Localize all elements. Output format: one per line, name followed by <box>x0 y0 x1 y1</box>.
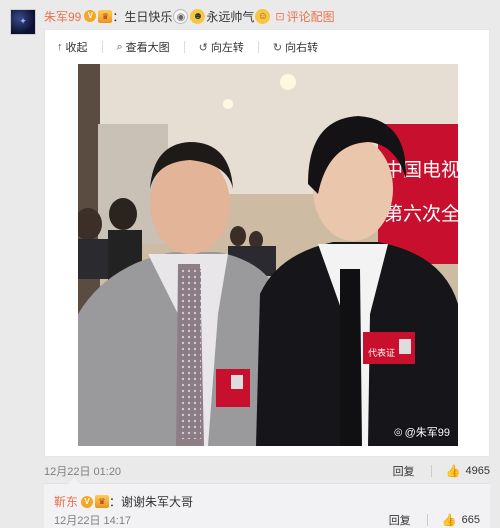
cake-icon: ◉ <box>173 8 189 24</box>
reply-separator: ： <box>109 495 122 509</box>
comment-like-button[interactable]: 👍 4965 <box>446 464 490 478</box>
comment-meta: 12月22日 01:20 回复 👍 4965 <box>44 462 490 480</box>
comment-image-icon: ⊡ <box>275 10 285 23</box>
banner-text-2: 第六次全 <box>384 203 458 225</box>
photo-badge-text: 代表证 <box>368 347 395 359</box>
reply-item: 靳东 V ♛ ： 谢谢朱军大哥 12月22日 14:17 回复 👍 665 <box>44 478 490 528</box>
medal-icon: ♛ <box>95 495 110 508</box>
reply-like-count: 665 <box>461 514 480 526</box>
comment-actions: 回复 👍 4965 <box>393 463 490 479</box>
reply-reply-button[interactable]: 回复 <box>389 512 411 528</box>
weibo-logo-icon: ◎ <box>393 426 403 438</box>
reply-meta: 12月22日 14:17 回复 👍 665 <box>54 512 480 528</box>
photo-watermark: ◎ @朱军99 <box>394 424 450 440</box>
zoom-icon: ⌕ <box>116 40 123 53</box>
media-toolbar: ↑ 收起 ⌕ 查看大图 ↺ 向左转 ↻ 向右转 <box>45 30 491 64</box>
reply-pointer <box>68 478 80 484</box>
user-avatar-icon: ✦ <box>19 17 27 27</box>
comment-image-link[interactable]: 评论配图 <box>287 8 335 25</box>
comment-headline: 朱军99 V ♛ ： 生日快乐 ◉ ☻ 永远帅气 ☺ ⊡ 评论配图 <box>44 8 335 24</box>
rotate-left-icon: ↺ <box>198 41 208 54</box>
reply-actions: 回复 👍 665 <box>389 512 480 528</box>
user-avatar[interactable]: ✦ <box>10 9 36 35</box>
toolbar-divider <box>101 41 103 53</box>
rotate-left-button[interactable]: ↺ 向左转 <box>199 39 244 55</box>
comment-username[interactable]: 朱军99 <box>44 8 81 25</box>
reply-text: 谢谢朱军大哥 <box>121 495 194 509</box>
verified-badge-icon: V <box>84 10 97 22</box>
medal-icon: ♛ <box>98 9 113 23</box>
view-large-label: 查看大图 <box>125 42 170 54</box>
media-box: ↑ 收起 ⌕ 查看大图 ↺ 向左转 ↻ 向右转 中国电视 第六次全 代表证 ◎ … <box>44 29 490 457</box>
actions-divider <box>426 514 428 526</box>
rotate-right-label: 向右转 <box>285 42 319 54</box>
verified-badge-icon: V <box>81 495 94 508</box>
photo-illustration: 中国电视 第六次全 代表证 <box>78 64 458 446</box>
thumbs-up-icon: 👍 <box>441 513 457 527</box>
laugh-icon: ☺ <box>255 8 271 24</box>
collapse-icon: ↑ <box>57 41 63 53</box>
comment-like-count: 4965 <box>465 465 490 477</box>
comment-photo[interactable]: 中国电视 第六次全 代表证 ◎ @朱军99 <box>78 64 458 446</box>
cool-emoji-icon: ☻ <box>190 8 206 24</box>
collapse-label: 收起 <box>65 42 88 54</box>
watermark-text: @朱军99 <box>404 427 450 439</box>
toolbar-divider <box>183 41 185 53</box>
reply-headline: 靳东 V ♛ ： 谢谢朱军大哥 <box>54 493 193 510</box>
comment-text-2: 永远帅气 <box>206 9 255 24</box>
reply-username[interactable]: 靳东 <box>54 493 78 510</box>
rotate-right-icon: ↻ <box>272 41 283 54</box>
reply-timestamp: 12月22日 14:17 <box>54 515 132 527</box>
actions-divider <box>430 465 432 477</box>
view-large-button[interactable]: ⌕ 查看大图 <box>117 39 170 55</box>
reply-like-button[interactable]: 👍 665 <box>442 513 480 527</box>
comment-reply-button[interactable]: 回复 <box>393 463 415 479</box>
comment-separator: ： <box>112 9 125 24</box>
rotate-right-button[interactable]: ↻ 向右转 <box>273 39 318 55</box>
comment-timestamp: 12月22日 01:20 <box>44 466 122 478</box>
comment-text-1: 生日快乐 <box>124 9 173 24</box>
toolbar-divider <box>257 41 259 53</box>
banner-text-1: 中国电视 <box>384 159 458 181</box>
thumbs-up-icon: 👍 <box>445 464 461 478</box>
comment-item: ✦ 朱军99 V ♛ ： 生日快乐 ◉ ☻ 永远帅气 ☺ ⊡ 评论配图 ↑ 收起… <box>0 0 500 478</box>
rotate-left-label: 向左转 <box>210 42 244 54</box>
collapse-button[interactable]: ↑ 收起 <box>57 39 88 55</box>
